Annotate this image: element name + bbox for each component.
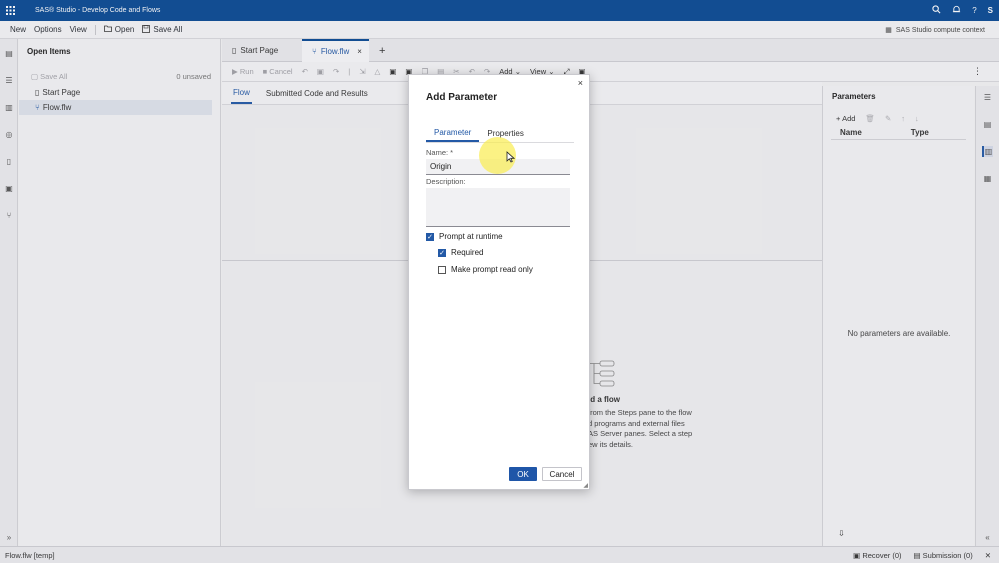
tab-parameter[interactable]: Parameter <box>426 125 480 142</box>
close-icon[interactable]: × <box>578 78 583 88</box>
description-field[interactable] <box>426 188 570 227</box>
read-only-label: Make prompt read only <box>451 265 533 274</box>
mouse-cursor-icon <box>506 151 515 163</box>
checkbox-unchecked-icon <box>438 265 446 274</box>
checkbox-checked-icon: ✓ <box>426 232 434 241</box>
dialog-title: Add Parameter <box>426 92 498 103</box>
checkbox-checked-icon: ✓ <box>438 248 446 257</box>
prompt-at-runtime-label: Prompt at runtime <box>439 232 503 241</box>
cancel-button[interactable]: Cancel <box>542 467 582 481</box>
resize-handle-icon[interactable]: ◢ <box>583 482 588 489</box>
description-label: Description: <box>426 177 466 186</box>
required-checkbox[interactable]: ✓ Required <box>438 248 483 257</box>
read-only-checkbox[interactable]: Make prompt read only <box>438 265 533 274</box>
name-label: Name: * <box>426 148 454 157</box>
required-label: Required <box>451 248 484 257</box>
ok-button[interactable]: OK <box>509 467 537 481</box>
prompt-at-runtime-checkbox[interactable]: ✓ Prompt at runtime <box>426 232 503 241</box>
